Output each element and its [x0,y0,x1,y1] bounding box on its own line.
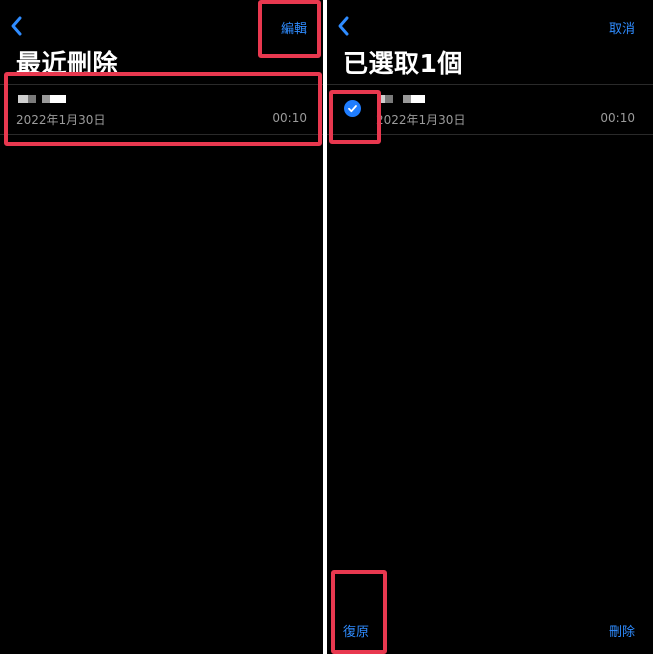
recently-deleted-panel: 編輯 最近刪除 2022年1月30日 00:10 [0,0,323,654]
delete-button[interactable]: 刪除 [609,621,635,640]
recording-duration: 00:10 [600,111,635,125]
page-title: 最近刪除 [16,49,119,78]
recording-duration: 00:10 [272,111,307,125]
recording-row[interactable]: 2022年1月30日 00:10 [327,84,653,134]
back-button[interactable] [8,14,26,38]
checkmark-icon [348,105,357,113]
recording-row[interactable]: 2022年1月30日 00:10 [0,84,323,134]
cancel-button[interactable]: 取消 [609,18,635,37]
selection-panel: 取消 已選取1個 2022年1月30日 00:10 復原 刪除 [327,0,653,654]
back-button[interactable] [335,14,353,38]
selection-checkbox[interactable] [344,100,361,117]
restore-button[interactable]: 復原 [343,621,369,640]
edit-button[interactable]: 編輯 [281,18,307,37]
chevron-left-icon [11,16,22,36]
recording-date: 2022年1月30日 [16,113,106,127]
recording-date: 2022年1月30日 [376,113,466,127]
page-title: 已選取1個 [343,49,463,78]
divider [0,134,323,135]
chevron-left-icon [338,16,349,36]
divider [327,134,653,135]
